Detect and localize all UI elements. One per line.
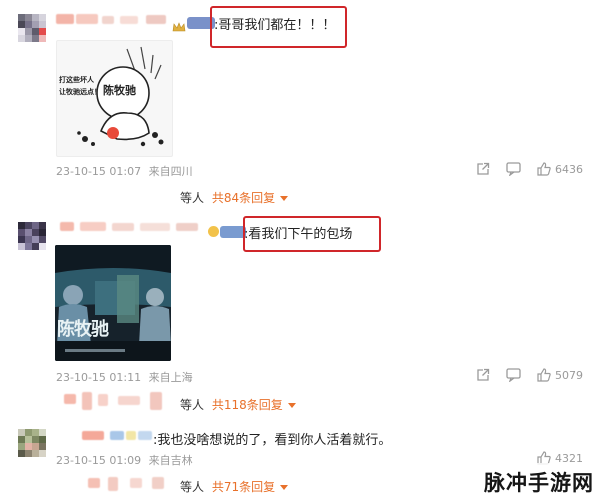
comment-location: 来自吉林 [148,454,193,467]
event-photo[interactable]: 陈牧驰 [55,245,171,361]
avatar[interactable] [18,222,46,250]
comment-location: 来自四川 [148,165,193,178]
comment-icon [506,368,521,382]
avatar[interactable] [18,429,46,457]
reply-users: 等人 [180,191,205,205]
reply-count-link[interactable]: 共118条回复 [212,398,283,412]
photo-caption-text: 陈牧驰 [57,319,109,340]
share-icon [477,162,490,175]
highlight-box [210,6,347,48]
like-count: 6436 [555,162,583,176]
sticker-image[interactable]: 陈牧驰 打这些坏人 让牧驰远点！ [56,40,173,157]
thumbs-up-icon [537,162,551,176]
comment-text: :我也没啥想说的了，看到你人活着就行。 [153,433,392,448]
crown-icon [172,17,186,36]
reply-count-link[interactable]: 共71条回复 [212,480,275,494]
reply-users: 等人 [180,398,205,412]
sticker-side-text-1: 打这些坏人 [59,75,94,84]
like-button[interactable]: 5079 [537,368,583,382]
reply-count-link[interactable]: 共84条回复 [212,191,275,205]
comment-date: 23-10-15 01:07 [56,165,142,178]
comment-date: 23-10-15 01:09 [56,454,142,467]
chevron-down-icon [287,403,296,408]
thumbs-up-icon [537,368,551,382]
chevron-down-icon [280,196,289,201]
sticker-name-text: 陈牧驰 [103,84,136,97]
watermark-logo: 脉冲手游网 [484,471,594,495]
share-button[interactable] [476,368,490,382]
comment-meta: 23-10-15 01:09 来自吉林 [56,452,193,468]
like-count: 5079 [555,368,583,382]
emoji-icon [208,226,219,237]
share-button[interactable] [476,162,490,176]
comment-date: 23-10-15 01:11 [56,371,142,384]
reply-users: 等人 [180,480,205,494]
comment-location: 来自上海 [148,371,193,384]
reply-summary[interactable]: 等人 共71条回复 [180,478,289,495]
reply-summary[interactable]: 等人 共84条回复 [180,189,289,206]
comment-button[interactable] [506,162,521,176]
share-icon [477,368,490,381]
chevron-down-icon [280,485,289,490]
comment-button[interactable] [506,368,521,382]
comment-meta: 23-10-15 01:11 来自上海 [56,369,193,385]
comment-icon [506,162,521,176]
avatar[interactable] [18,14,46,42]
comment-meta: 23-10-15 01:07 来自四川 [56,163,193,179]
photo-illustration [55,245,171,361]
highlight-box [243,216,381,252]
cartoon-illustration [77,46,164,147]
reply-summary[interactable]: 等人 共118条回复 [180,396,296,413]
sticker-side-text-2: 让牧驰远点！ [59,87,101,96]
like-button[interactable]: 6436 [537,162,583,176]
